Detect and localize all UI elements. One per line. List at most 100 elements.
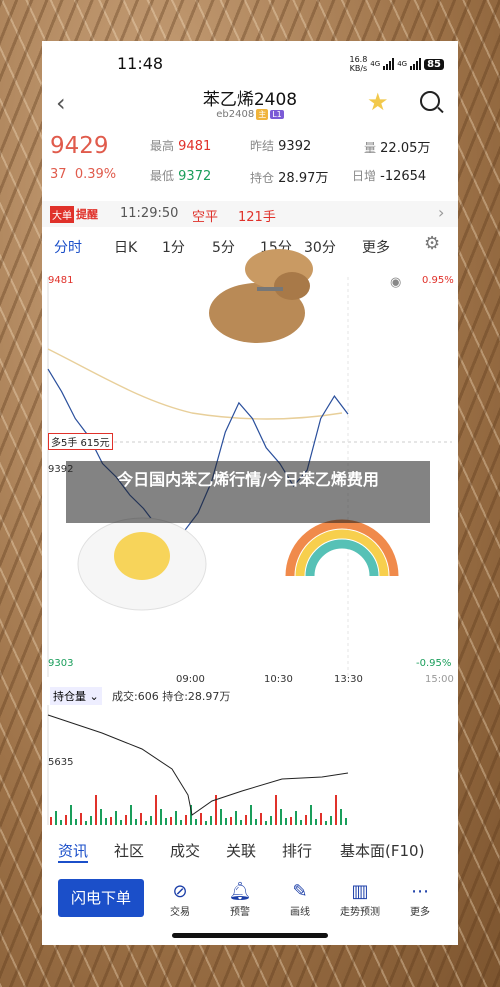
tab-community[interactable]: 社区 (114, 840, 144, 861)
contract-code: eb2408 主 L1 (216, 109, 284, 120)
volume-bar (295, 811, 297, 825)
home-indicator (172, 933, 328, 938)
nav-bar: ‹ 苯乙烯2408 eb2408 主 L1 ★ (42, 83, 458, 127)
last-price: 9429 (50, 133, 109, 159)
settings-gear-icon[interactable]: ⚙ (424, 233, 440, 254)
volume-value: 22.05万 (380, 141, 431, 156)
tab-more[interactable]: 更多 (362, 237, 390, 257)
volume-bar (55, 811, 57, 825)
flash-order-button[interactable]: 闪电下单 (58, 879, 144, 917)
trade-button[interactable]: ⊘ 交易 (156, 881, 204, 918)
volume-bar (250, 805, 252, 825)
status-bar: 11:48 16.8 KB/s 4G 4G 85 (42, 41, 458, 83)
volume-bar (160, 809, 162, 825)
volume-bar (125, 815, 127, 825)
battery-icon: 85 (424, 58, 444, 70)
tab-fundamentals[interactable]: 基本面(F10) (340, 840, 424, 861)
quote-panel: 9429 37 0.39% 最高 9481 最低 9372 昨结 9392 持仓… (42, 129, 458, 195)
volume-bar (130, 805, 132, 825)
tab-daily[interactable]: 日K (114, 237, 137, 257)
chart-book-icon: ▥ (351, 881, 369, 902)
volume-bar (90, 816, 92, 825)
volume-bar (85, 821, 87, 825)
signal-icon-2 (410, 58, 422, 70)
volume-bar (290, 817, 292, 825)
high-value: 9481 (178, 139, 212, 154)
alert-time: 11:29:50 (120, 206, 179, 221)
daily-change-value: -12654 (380, 169, 427, 184)
volume-bar (65, 815, 67, 825)
draw-line-button[interactable]: ✎ 画线 (276, 881, 324, 918)
app-screen: 11:48 16.8 KB/s 4G 4G 85 ‹ 苯乙烯2408 eb2408… (42, 41, 458, 945)
indicator-select[interactable]: 持仓量 ⌄ (50, 687, 102, 705)
alert-badge: 大单 (50, 206, 74, 223)
volume-bar (200, 813, 202, 825)
alert-kind: 空平 (192, 210, 219, 225)
alert-button[interactable]: 🔔︎ 预警 (216, 881, 264, 918)
trend-forecast-button[interactable]: ▥ 走势预测 (336, 881, 384, 918)
prev-label: 昨结 (250, 139, 275, 153)
big-order-alert[interactable]: 大单 提醒 11:29:50 空平 121手 › (42, 201, 458, 227)
search-icon[interactable] (420, 91, 440, 111)
volume-bar (320, 813, 322, 825)
tab-ranking[interactable]: 排行 (282, 840, 312, 861)
volume-bar (255, 819, 257, 825)
volume-bar (170, 817, 172, 825)
chevron-right-icon: › (438, 203, 445, 222)
volume-bar (150, 816, 152, 825)
tab-news[interactable]: 资讯 (58, 840, 89, 863)
volume-bar (175, 811, 177, 825)
volume-bar (100, 809, 102, 825)
level-tag: L1 (270, 110, 284, 119)
volume-bar (270, 816, 272, 825)
more-button[interactable]: ⋯ 更多 (396, 881, 444, 918)
volume-bar (285, 818, 287, 825)
volume-bar (50, 817, 52, 825)
volume-bar (185, 815, 187, 825)
y-top-label: 9481 (48, 275, 74, 286)
volume-label: 量 (364, 141, 377, 155)
rainbow-sticker (285, 519, 399, 577)
volume-bar (105, 818, 107, 825)
volume-bar (60, 820, 62, 825)
volume-bar (205, 821, 207, 825)
headline-text: 今日国内苯乙烯行情/今日苯乙烯费用 (117, 470, 379, 489)
pen-icon: ✎ (292, 881, 308, 902)
volume-bar (220, 809, 222, 825)
volume-bar (145, 821, 147, 825)
alert-qty: 121手 (238, 210, 276, 225)
tab-related[interactable]: 关联 (226, 840, 256, 861)
hold-label: 持仓 (250, 171, 275, 185)
tab-1min[interactable]: 1分 (162, 237, 185, 257)
volume-bar (120, 820, 122, 825)
volume-bar (70, 805, 72, 825)
bell-icon: 🔔︎ (228, 881, 252, 902)
volume-bar (80, 813, 82, 825)
volume-bar (225, 818, 227, 825)
tab-intraday[interactable]: 分时 (54, 237, 82, 257)
volume-bar (240, 820, 242, 825)
volume-bar (110, 817, 112, 825)
eye-icon: ◉ (390, 275, 402, 290)
volume-bar (345, 818, 347, 825)
volume-bar (275, 795, 277, 825)
volume-bar (315, 819, 317, 825)
net-speed: 16.8 KB/s (349, 55, 368, 73)
tab-trades[interactable]: 成交 (170, 840, 200, 861)
volume-bar (330, 816, 332, 825)
signal-cluster: 16.8 KB/s 4G 4G 85 (349, 55, 444, 73)
volume-info: 成交:606 持仓:28.97万 (112, 690, 231, 703)
y-bottom-pct: -0.95% (416, 658, 452, 669)
favorite-star-icon[interactable]: ★ (367, 88, 389, 116)
sim2-label: 4G (397, 60, 408, 68)
volume-bar (230, 817, 232, 825)
signal-icon (383, 58, 395, 70)
daily-change-label: 日增 (352, 169, 377, 183)
volume-bar (305, 815, 307, 825)
volume-bar (155, 795, 157, 825)
high-label: 最高 (150, 139, 175, 153)
volume-bar (95, 795, 97, 825)
prev-value: 9392 (278, 139, 312, 154)
capybara-sticker (209, 249, 313, 343)
volume-bar (325, 821, 327, 825)
